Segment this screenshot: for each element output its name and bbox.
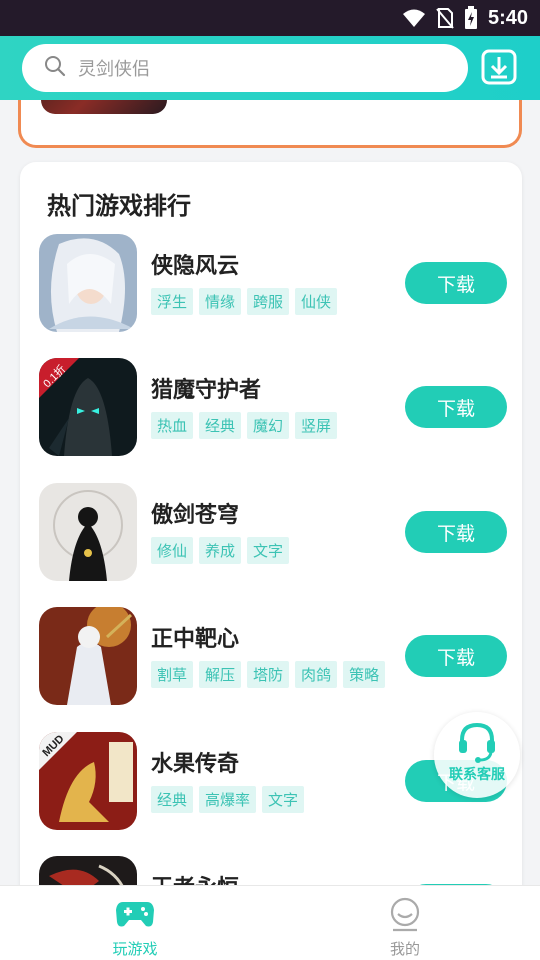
tag: 养成 xyxy=(199,537,242,564)
tag: 文字 xyxy=(247,537,290,564)
nav-play-games[interactable]: 玩游戏 xyxy=(0,886,270,960)
game-row[interactable]: 0.1折 猎魔守护者 热血 经典 魔幻 竖屏 下载 xyxy=(20,358,522,458)
tag: 浮生 xyxy=(151,288,194,315)
download-button[interactable]: 下载 xyxy=(405,635,507,677)
tag: 仙侠 xyxy=(295,288,338,315)
tag: 热血 xyxy=(151,412,194,439)
hot-games-ranking: 热门游戏排行 侠隐风云 浮生 情缘 跨服 仙侠 下载 0.1折 猎魔守护者 热血… xyxy=(20,162,522,922)
game-name: 猎魔守护者 xyxy=(151,378,262,403)
tag: 经典 xyxy=(151,786,194,813)
tag: 跨服 xyxy=(247,288,290,315)
game-name: 正中靶心 xyxy=(151,627,240,652)
gamepad-icon xyxy=(115,896,155,930)
tag: 解压 xyxy=(199,661,242,688)
nav-label: 我的 xyxy=(389,940,420,958)
nav-label: 玩游戏 xyxy=(112,940,158,958)
download-button[interactable]: 下载 xyxy=(405,262,507,304)
contact-support-button[interactable]: 联系客服 xyxy=(434,712,520,798)
tag: 高爆率 xyxy=(199,786,257,813)
tag-list: 浮生 情缘 跨服 仙侠 xyxy=(151,288,338,315)
status-bar: 5:40 xyxy=(0,0,540,36)
tag: 经典 xyxy=(199,412,242,439)
wifi-icon xyxy=(402,8,426,28)
game-icon[interactable] xyxy=(39,607,137,705)
tag: 情缘 xyxy=(199,288,242,315)
nav-profile[interactable]: 我的 xyxy=(270,886,540,960)
tag-list: 热血 经典 魔幻 竖屏 xyxy=(151,412,338,439)
header: 灵剑侠侣 xyxy=(0,36,540,100)
tag: 肉鸽 xyxy=(295,661,338,688)
tag: 塔防 xyxy=(247,661,290,688)
download-manager-icon[interactable] xyxy=(480,48,518,86)
tag: 竖屏 xyxy=(295,412,338,439)
tag-list: 割草 解压 塔防 肉鸽 策略 xyxy=(151,661,386,688)
game-row[interactable]: 侠隐风云 浮生 情缘 跨服 仙侠 下载 xyxy=(20,234,522,334)
game-name: 侠隐风云 xyxy=(151,254,240,279)
search-placeholder: 灵剑侠侣 xyxy=(78,59,150,80)
download-button[interactable]: 下载 xyxy=(405,386,507,428)
tag: 文字 xyxy=(262,786,305,813)
bottom-navigation: 玩游戏 我的 xyxy=(0,885,540,960)
tag: 策略 xyxy=(343,661,386,688)
game-name: 傲剑苍穹 xyxy=(151,503,240,528)
tag: 修仙 xyxy=(151,537,194,564)
game-icon[interactable] xyxy=(39,234,137,332)
tag-list: 经典 高爆率 文字 xyxy=(151,786,305,813)
contact-support-label: 联系客服 xyxy=(449,767,505,783)
tag: 割草 xyxy=(151,661,194,688)
game-row[interactable]: 正中靶心 割草 解压 塔防 肉鸽 策略 下载 xyxy=(20,607,522,707)
no-sim-icon xyxy=(436,7,454,29)
game-icon[interactable] xyxy=(39,483,137,581)
search-input[interactable]: 灵剑侠侣 xyxy=(22,44,468,92)
download-button[interactable]: 下载 xyxy=(405,511,507,553)
clock: 5:40 xyxy=(487,6,528,29)
tag-list: 修仙 养成 文字 xyxy=(151,537,290,564)
profile-icon xyxy=(385,896,425,932)
tag: 魔幻 xyxy=(247,412,290,439)
game-icon[interactable]: 0.1折 xyxy=(39,358,137,456)
search-icon xyxy=(44,55,66,81)
game-row[interactable]: 傲剑苍穹 修仙 养成 文字 下载 xyxy=(20,483,522,583)
section-title: 热门游戏排行 xyxy=(47,192,191,220)
game-name: 水果传奇 xyxy=(151,752,240,777)
headset-icon xyxy=(456,720,498,768)
game-icon[interactable]: MUD xyxy=(39,732,137,830)
battery-charging-icon xyxy=(464,6,478,30)
